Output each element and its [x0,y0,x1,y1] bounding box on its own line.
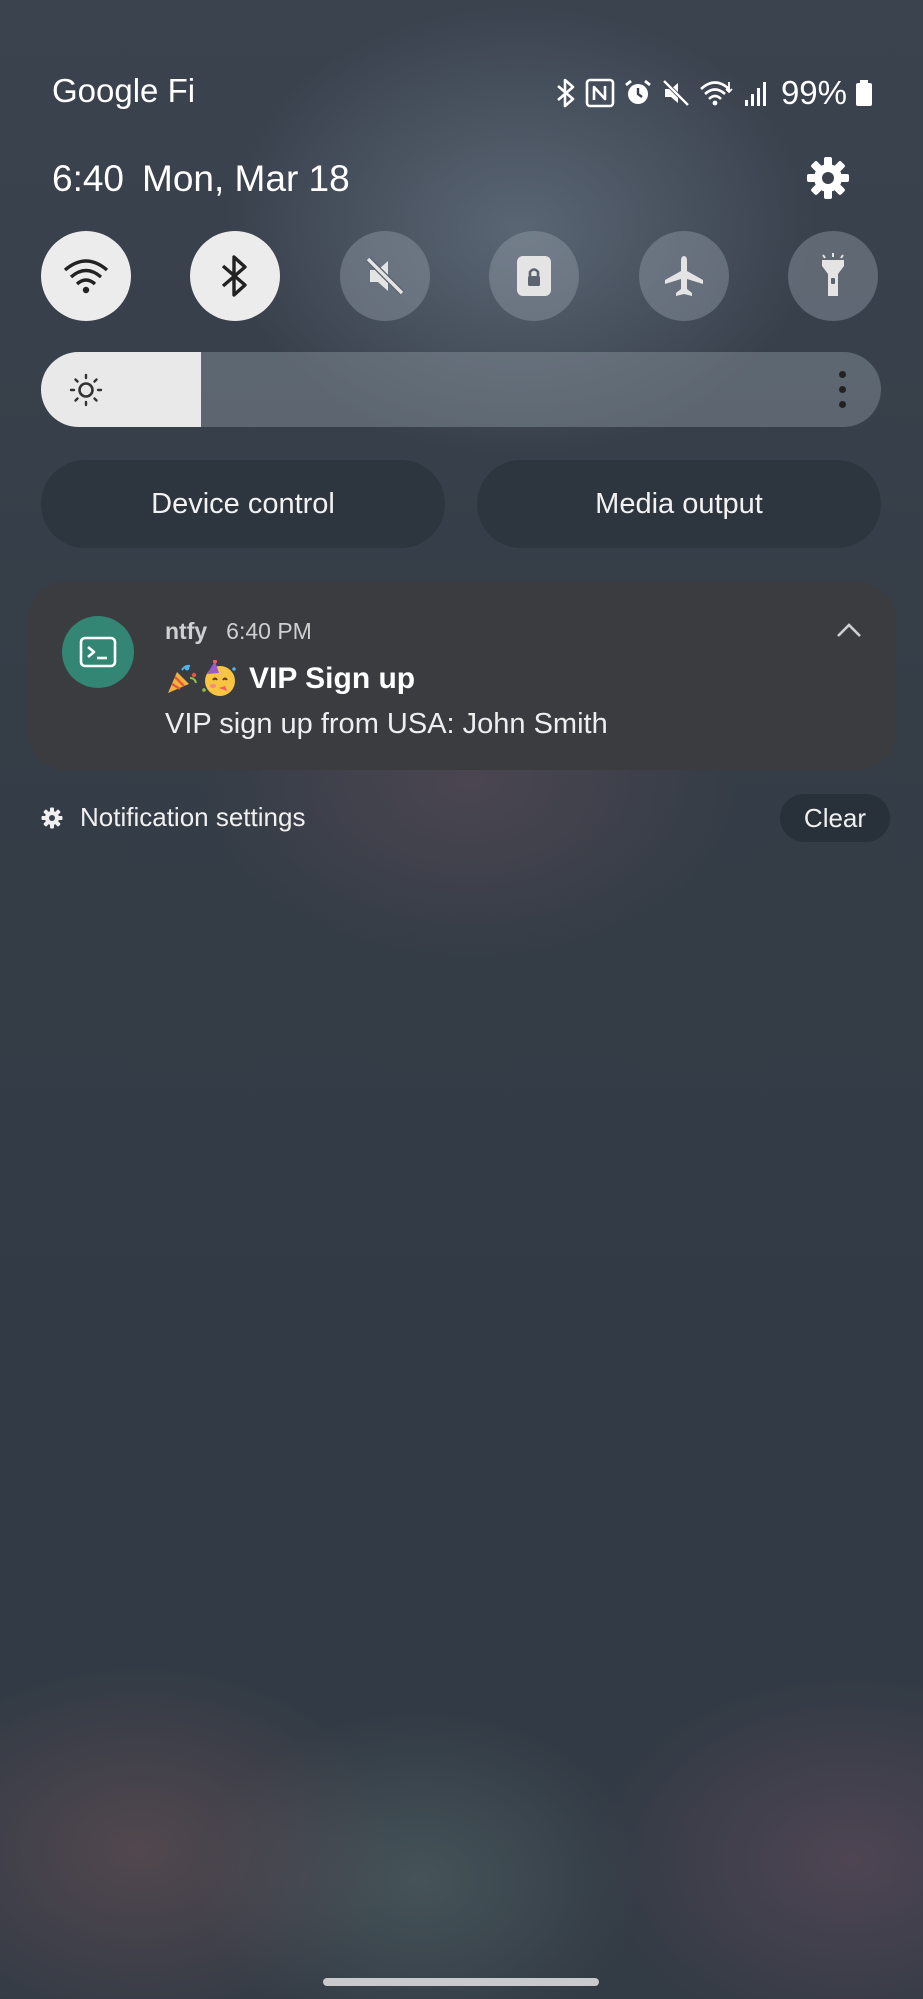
gear-icon [41,807,63,828]
quick-tile-flashlight[interactable] [788,231,878,321]
settings-gear-icon[interactable] [804,154,852,202]
brightness-sun-icon [69,373,103,407]
clock-time: 6:40 [52,158,125,199]
wifi-icon [700,81,733,106]
clock-row: 6:40 Mon, Mar 18 [52,158,350,200]
home-indicator[interactable] [323,1978,599,1986]
clear-button[interactable]: Clear [780,794,890,842]
quick-tile-rotation-lock[interactable] [489,231,579,321]
notification-card[interactable]: ntfy 6:40 PM VIP Sign up VIP sign up fro… [28,582,896,770]
quick-tile-sound[interactable] [340,231,430,321]
media-output-button[interactable]: Media output [477,460,881,548]
quick-tile-airplane[interactable] [639,231,729,321]
wifi-icon [63,259,109,294]
mute-icon [662,79,690,107]
alarm-icon [625,79,651,104]
signal-icon [744,82,766,106]
bluetooth-icon [221,255,247,297]
device-control-button[interactable]: Device control [41,460,445,548]
flashlight-icon [822,253,844,296]
brightness-fill [41,352,201,427]
partying-face-icon [202,660,236,696]
mute-icon [365,256,405,296]
notification-settings-label: Notification settings [80,802,306,832]
quick-tile-bluetooth[interactable] [190,231,280,321]
brightness-more-options-icon[interactable] [837,371,847,408]
notification-title-row: VIP Sign up [165,660,415,698]
quick-tile-wifi[interactable] [41,231,131,321]
notification-title: VIP Sign up [249,662,416,695]
brightness-slider[interactable] [41,352,881,427]
clock-date: Mon, Mar 18 [142,158,350,199]
notification-body: VIP sign up from USA: John Smith [165,708,608,740]
notification-app-name: ntfy [165,618,208,644]
notification-settings-button[interactable]: Notification settings [40,802,305,833]
battery-percent: 99% [780,74,847,111]
carrier-name: Google Fi [52,72,196,109]
notification-emojis [165,660,239,698]
airplane-icon [665,256,703,296]
status-icons: 99% [555,74,873,112]
party-popper-icon [168,664,197,693]
chevron-up-icon[interactable] [836,622,862,638]
bluetooth-icon [557,78,575,108]
notification-time: 6:40 PM [226,618,312,644]
app-icon [62,616,134,688]
notification-header: ntfy 6:40 PM [165,618,312,645]
terminal-icon [79,636,117,668]
lock-icon [517,256,551,296]
nfc-icon [585,78,615,108]
battery-icon [856,80,872,106]
